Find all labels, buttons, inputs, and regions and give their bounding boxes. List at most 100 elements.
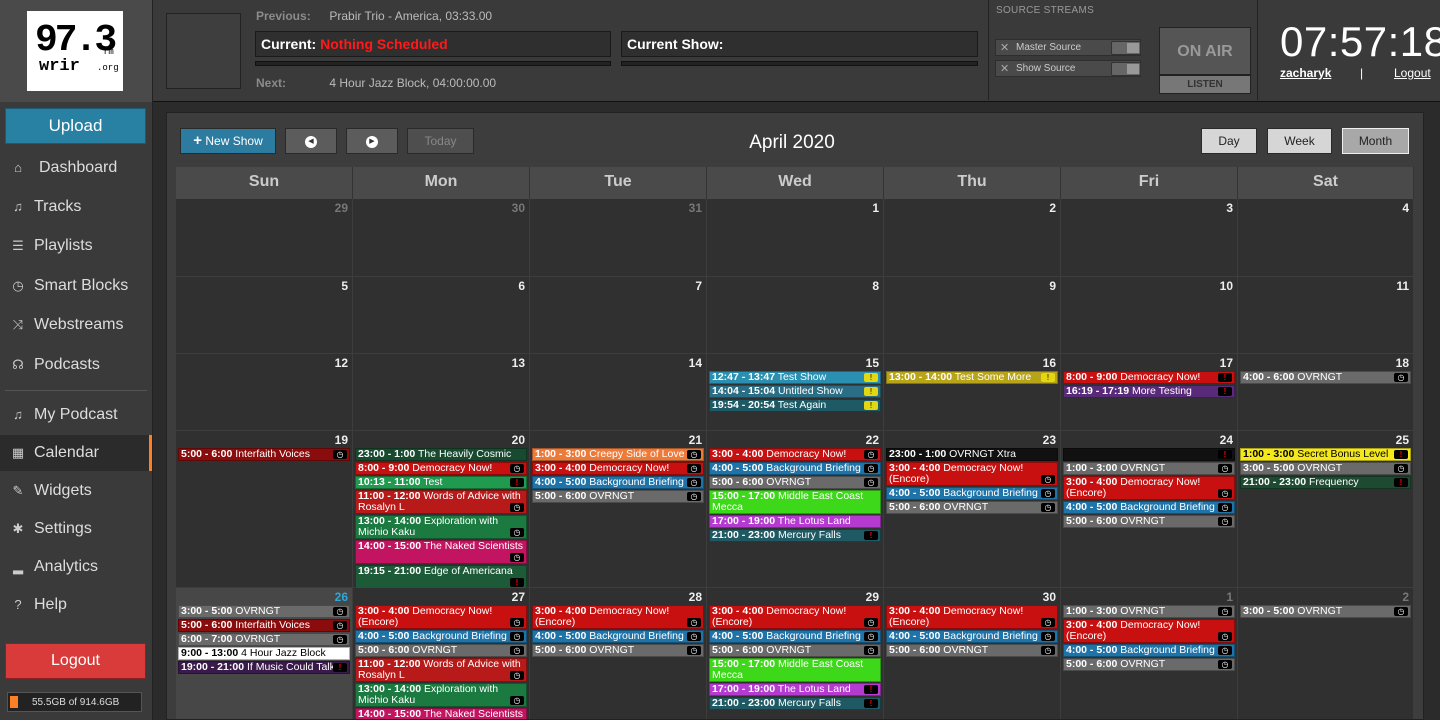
show-event[interactable]: 23:00 - 1:00 The Heavily Cosmic Rotation (355, 448, 527, 461)
day-cell[interactable]: 29 (176, 199, 353, 277)
day-cell[interactable]: 12 (176, 354, 353, 431)
day-cell[interactable]: 9 (884, 277, 1061, 354)
day-cell[interactable]: 3 (1061, 199, 1238, 277)
sidebar-item-playlists[interactable]: ☰ Playlists (0, 228, 152, 264)
show-event[interactable]: 5:00 - 6:00 Interfaith Voices ◷ (178, 619, 350, 632)
day-cell[interactable]: 23 23:00 - 1:00 OVRNGT Xtra 3:00 - 4:00 De… (884, 431, 1061, 588)
sidebar-item-widgets[interactable]: ✎ Widgets (0, 473, 152, 509)
day-cell[interactable]: 17 8:00 - 9:00 Democracy Now!! 16:19 - 17:… (1061, 354, 1238, 431)
show-event[interactable]: 19:54 - 20:54 Test Again! (709, 399, 881, 412)
show-event[interactable]: 1:00 - 3:00 Creepy Side of Love ◷ (532, 448, 704, 461)
user-link[interactable]: zacharyk (1280, 66, 1331, 80)
day-cell[interactable]: 31 (530, 199, 707, 277)
day-cell[interactable]: 1 (707, 199, 884, 277)
show-event[interactable]: 4:00 - 5:00 Background Briefing ◷ (886, 487, 1058, 500)
sidebar-item-webstreams[interactable]: ⤨ Webstreams (0, 307, 152, 343)
day-cell[interactable]: 10 (1061, 277, 1238, 354)
show-event[interactable]: 9:00 - 13:00 4 Hour Jazz Block (178, 647, 350, 660)
sidebar-item-help[interactable]: ? Help (0, 587, 152, 623)
sidebar-item-settings[interactable]: ✱ Settings (0, 511, 152, 547)
logout-link[interactable]: Logout (1394, 66, 1431, 80)
show-event[interactable]: 11:00 - 12:00 Words of Advice with Rosal… (355, 490, 527, 514)
show-event[interactable]: 23:00 - 1:00 OVRNGT Xtra (886, 448, 1058, 461)
show-event[interactable]: ! (1063, 448, 1235, 461)
show-event[interactable]: 5:00 - 6:00 OVRNGT ◷ (1063, 515, 1235, 528)
day-cell[interactable]: 19 5:00 - 6:00 Interfaith Voices ◷ (176, 431, 353, 588)
show-event[interactable]: 16:19 - 17:19 More Testing! (1063, 385, 1235, 398)
show-event[interactable]: 3:00 - 4:00 Democracy Now! ◷ (709, 448, 881, 461)
day-cell[interactable]: 18 4:00 - 6:00 OVRNGT ◷ (1238, 354, 1414, 431)
show-event[interactable]: 4:00 - 5:00 Background Briefing ◷ (709, 462, 881, 475)
show-event[interactable]: 21:00 - 23:00 Mercury Falls! (709, 697, 881, 710)
show-event[interactable]: 3:00 - 5:00 OVRNGT ◷ (1240, 462, 1411, 475)
day-cell[interactable]: 1 1:00 - 3:00 OVRNGT ◷ 3:00 - 4:00 Democrac… (1061, 588, 1238, 719)
day-cell[interactable]: 2 (884, 199, 1061, 277)
day-cell[interactable]: 29 3:00 - 4:00 Democracy Now! (Encore) ◷ 4:… (707, 588, 884, 719)
show-event[interactable]: 5:00 - 6:00 OVRNGT ◷ (355, 644, 527, 657)
day-cell[interactable]: 30 (353, 199, 530, 277)
show-event[interactable]: 14:00 - 15:00 The Naked Scientists ◷ (355, 540, 527, 564)
view-week-button[interactable]: Week (1267, 128, 1332, 154)
show-event[interactable]: 6:00 - 7:00 OVRNGT ◷ (178, 633, 350, 646)
show-event[interactable]: 4:00 - 6:00 OVRNGT ◷ (1240, 371, 1411, 384)
day-cell[interactable]: 8 (707, 277, 884, 354)
show-event[interactable]: 3:00 - 4:00 Democracy Now! (Encore) ◷ (532, 605, 704, 629)
day-cell[interactable]: 25 1:00 - 3:00 Secret Bonus Level! 3:00 - … (1238, 431, 1414, 588)
view-day-button[interactable]: Day (1201, 128, 1257, 154)
show-event[interactable]: 4:00 - 5:00 Background Briefing ◷ (886, 630, 1058, 643)
show-event[interactable]: 5:00 - 6:00 OVRNGT ◷ (532, 644, 704, 657)
sidebar-item-smart-blocks[interactable]: ◷ Smart Blocks (0, 268, 152, 304)
show-event[interactable]: 13:00 - 14:00 Exploration with Michio Ka… (355, 683, 527, 707)
show-event[interactable]: 19:15 - 21:00 Edge of Americana! (355, 565, 527, 589)
day-cell[interactable]: 5 (176, 277, 353, 354)
show-event[interactable]: 4:00 - 5:00 Background Briefing ◷ (532, 476, 704, 489)
show-event[interactable]: 4:00 - 5:00 Background Briefing ◷ (532, 630, 704, 643)
day-cell[interactable]: 11 (1238, 277, 1414, 354)
show-event[interactable]: 4:00 - 5:00 Background Briefing ◷ (355, 630, 527, 643)
show-event[interactable]: 5:00 - 6:00 OVRNGT ◷ (709, 476, 881, 489)
day-cell[interactable]: 16 13:00 - 14:00 Test Some More! (884, 354, 1061, 431)
show-event[interactable]: 3:00 - 4:00 Democracy Now! ◷ (532, 462, 704, 475)
master-source-toggle[interactable] (1111, 41, 1141, 55)
show-event[interactable]: 5:00 - 6:00 OVRNGT ◷ (532, 490, 704, 503)
today-button[interactable]: Today (407, 128, 474, 154)
show-event[interactable]: 17:00 - 19:00 The Lotus Land Show (709, 515, 881, 528)
view-month-button[interactable]: Month (1342, 128, 1409, 154)
day-cell[interactable]: 27 3:00 - 4:00 Democracy Now! (Encore) ◷ 4:… (353, 588, 530, 719)
show-event[interactable]: 13:00 - 14:00 Test Some More! (886, 371, 1058, 384)
show-event[interactable]: 4:00 - 5:00 Background Briefing ◷ (1063, 501, 1235, 514)
show-event[interactable]: 1:00 - 3:00 OVRNGT ◷ (1063, 605, 1235, 618)
sidebar-item-calendar[interactable]: ▦ Calendar (0, 435, 152, 471)
show-event[interactable]: 5:00 - 6:00 Interfaith Voices ◷ (178, 448, 350, 461)
show-event[interactable]: 14:04 - 15:04 Untitled Show! (709, 385, 881, 398)
next-month-button[interactable]: ▶ (346, 128, 398, 154)
show-source-toggle[interactable] (1111, 62, 1141, 76)
day-cell[interactable]: 13 (353, 354, 530, 431)
show-event[interactable]: 5:00 - 6:00 OVRNGT ◷ (709, 644, 881, 657)
day-cell[interactable]: 30 3:00 - 4:00 Democracy Now! (Encore) ◷ 4:… (884, 588, 1061, 719)
show-event[interactable]: 1:00 - 3:00 OVRNGT ◷ (1063, 462, 1235, 475)
show-event[interactable]: 21:00 - 23:00 Mercury Falls! (709, 529, 881, 542)
show-event[interactable]: 12:47 - 13:47 Test Show! (709, 371, 881, 384)
show-event[interactable]: 8:00 - 9:00 Democracy Now! ◷ (355, 462, 527, 475)
close-icon[interactable]: ✕ (1000, 62, 1009, 75)
day-cell[interactable]: 6 (353, 277, 530, 354)
show-event[interactable]: 3:00 - 5:00 OVRNGT ◷ (1240, 605, 1411, 618)
logout-button[interactable]: Logout (5, 643, 146, 679)
listen-button[interactable]: LISTEN (1159, 75, 1251, 94)
show-event[interactable]: 3:00 - 4:00 Democracy Now! (Encore) ◷ (886, 462, 1058, 486)
show-event[interactable]: 3:00 - 4:00 Democracy Now! (Encore) ◷ (886, 605, 1058, 629)
day-cell[interactable]: 22 3:00 - 4:00 Democracy Now! ◷ 4:00 - 5:00… (707, 431, 884, 588)
show-event[interactable]: 5:00 - 6:00 OVRNGT ◷ (886, 501, 1058, 514)
show-event[interactable]: 21:00 - 23:00 Frequency! (1240, 476, 1411, 489)
show-event[interactable]: 3:00 - 4:00 Democracy Now! (Encore) ◷ (1063, 619, 1235, 643)
show-event[interactable]: 11:00 - 12:00 Words of Advice with Rosal… (355, 658, 527, 682)
day-cell[interactable]: 7 (530, 277, 707, 354)
show-event[interactable]: 4:00 - 5:00 Background Briefing ◷ (709, 630, 881, 643)
show-event[interactable]: 5:00 - 6:00 OVRNGT ◷ (886, 644, 1058, 657)
show-event[interactable]: 3:00 - 5:00 OVRNGT ◷ (178, 605, 350, 618)
new-show-button[interactable]: + New Show (180, 128, 276, 154)
sidebar-item-podcasts[interactable]: ☊ Podcasts (0, 347, 152, 383)
sidebar-item-my-podcast[interactable]: ♫ My Podcast (0, 397, 152, 433)
show-event[interactable]: 19:00 - 21:00 If Music Could Talk! (178, 661, 350, 674)
